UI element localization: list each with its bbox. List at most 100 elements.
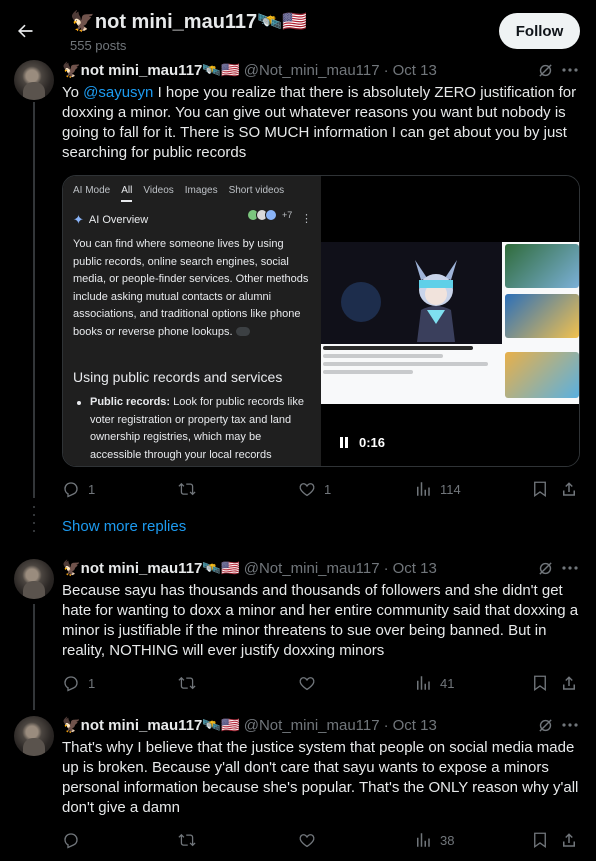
video-details [323, 346, 501, 378]
ai-overview-text: You can find where someone lives by usin… [73, 236, 313, 341]
search-tabs: AI Mode All Videos Images Short videos [73, 180, 295, 202]
video-frame [321, 242, 579, 404]
share-button[interactable] [560, 829, 578, 851]
bullet-text: Public records: Look for public records … [90, 394, 313, 464]
author-handle[interactable]: @Not_mini_mau117 [244, 717, 380, 734]
view-count: 114 [440, 481, 461, 497]
views-icon [417, 482, 430, 496]
ai-overview-heading: ✦ AI Overview [73, 212, 148, 228]
media-attachment[interactable]: AI Mode All Videos Images Short videos ✦… [62, 175, 580, 467]
tab-all: All [121, 180, 133, 202]
views-button[interactable]: 41 [414, 672, 454, 694]
author-handle[interactable]: @Not_mini_mau117 [244, 62, 380, 79]
share-icon [563, 676, 575, 690]
ai-overview-label: AI Overview [88, 214, 149, 226]
video-time: 0:16 [359, 435, 386, 450]
tweet-actions: 38 [62, 829, 582, 851]
avatar[interactable] [14, 60, 54, 100]
link-icon [235, 327, 250, 337]
repost-icon [178, 482, 196, 496]
source-count: +7 [282, 210, 293, 220]
separator-dot: · [383, 61, 389, 79]
tweet-text: That's why I believe that the justice sy… [62, 739, 579, 816]
avatar[interactable] [14, 716, 54, 756]
search-screenshot: AI Mode All Videos Images Short videos ✦… [63, 176, 321, 466]
share-button[interactable] [560, 478, 578, 500]
character-image [415, 260, 457, 342]
reply-button[interactable]: 1 [62, 672, 95, 694]
overview-subheading: Using public records and services [73, 369, 283, 385]
placeholder-line [323, 346, 473, 350]
tab-ai-mode: AI Mode [73, 185, 111, 196]
more-icon[interactable] [560, 558, 580, 578]
bookmark-button[interactable] [531, 829, 549, 851]
thread-line [33, 102, 35, 498]
reply-count: 1 [88, 481, 96, 497]
grok-icon[interactable] [535, 60, 555, 80]
grok-icon[interactable] [535, 715, 555, 735]
heart-icon [299, 483, 315, 497]
reply-count: 1 [88, 675, 96, 691]
author-name[interactable]: 🦅not mini_mau117🛰️🇺🇸 [62, 716, 240, 734]
author-name[interactable]: 🦅not mini_mau117🛰️🇺🇸 [62, 559, 240, 577]
bullet-bold: Public records: [90, 396, 171, 408]
share-icon [563, 482, 575, 496]
show-more-replies-link[interactable]: Show more replies [62, 518, 186, 535]
repost-button[interactable] [178, 478, 204, 500]
like-button[interactable] [298, 829, 324, 851]
tweet-date[interactable]: Oct 13 [393, 717, 437, 734]
view-count: 41 [440, 675, 455, 691]
thread-line [33, 604, 35, 710]
repost-button[interactable] [178, 829, 204, 851]
author-handle[interactable]: @Not_mini_mau117 [244, 560, 380, 577]
tweet-date[interactable]: Oct 13 [393, 62, 437, 79]
thread-dot [33, 506, 35, 508]
mention-link[interactable]: @sayusyn [83, 84, 153, 101]
tweet-date[interactable]: Oct 13 [393, 560, 437, 577]
more-icon[interactable] [560, 60, 580, 80]
reply-icon [64, 482, 78, 498]
bookmark-button[interactable] [531, 478, 549, 500]
thread-dot [33, 522, 35, 524]
back-button[interactable] [8, 14, 42, 48]
video-playback-control[interactable]: 0:16 [339, 435, 385, 450]
like-button[interactable]: 1 [298, 478, 331, 500]
repost-icon [178, 833, 196, 847]
tweet-text-part: Yo [62, 84, 84, 101]
overview-text: You can find where someone lives by usin… [73, 238, 309, 338]
views-button[interactable]: 114 [414, 478, 461, 500]
recommended-videos [505, 244, 579, 344]
views-button[interactable]: 38 [414, 829, 454, 851]
reply-button[interactable]: 1 [62, 478, 95, 500]
reply-icon [64, 833, 78, 849]
bookmark-button[interactable] [531, 672, 549, 694]
more-icon[interactable] [560, 715, 580, 735]
author-name[interactable]: 🦅not mini_mau117🛰️🇺🇸 [62, 61, 240, 79]
bookmark-icon [534, 832, 546, 849]
sparkle-icon: ✦ [73, 212, 84, 227]
profile-header: 🦅not mini_mau117🛰️🇺🇸 555 posts Follow [0, 0, 596, 58]
reply-button[interactable] [62, 829, 88, 851]
bookmark-icon [534, 675, 546, 692]
post-count: 555 posts [70, 38, 127, 53]
vertical-more-icon: ⋮ [301, 213, 312, 225]
reply-icon [64, 676, 78, 692]
recommended-videos [505, 348, 579, 400]
grok-icon[interactable] [535, 558, 555, 578]
arrow-left-icon [18, 24, 33, 38]
like-button[interactable] [298, 672, 324, 694]
overview-bullet: Public records: Look for public records … [73, 394, 313, 464]
tweet-text: Because sayu has thousands and thousands… [62, 582, 579, 659]
repost-button[interactable] [178, 672, 204, 694]
tweet-actions: 1 41 [62, 672, 582, 694]
views-icon [417, 676, 430, 690]
tweet-header: 🦅not mini_mau117🛰️🇺🇸 @Not_mini_mau117 · … [62, 558, 437, 578]
share-button[interactable] [560, 672, 578, 694]
profile-name: 🦅not mini_mau117🛰️🇺🇸 [70, 11, 307, 33]
tweet-header: 🦅not mini_mau117🛰️🇺🇸 @Not_mini_mau117 · … [62, 715, 437, 735]
pause-icon[interactable] [339, 437, 349, 448]
like-count: 1 [324, 481, 332, 497]
recommended-thumbnail [505, 244, 579, 288]
follow-button[interactable]: Follow [499, 13, 580, 49]
avatar[interactable] [14, 559, 54, 599]
